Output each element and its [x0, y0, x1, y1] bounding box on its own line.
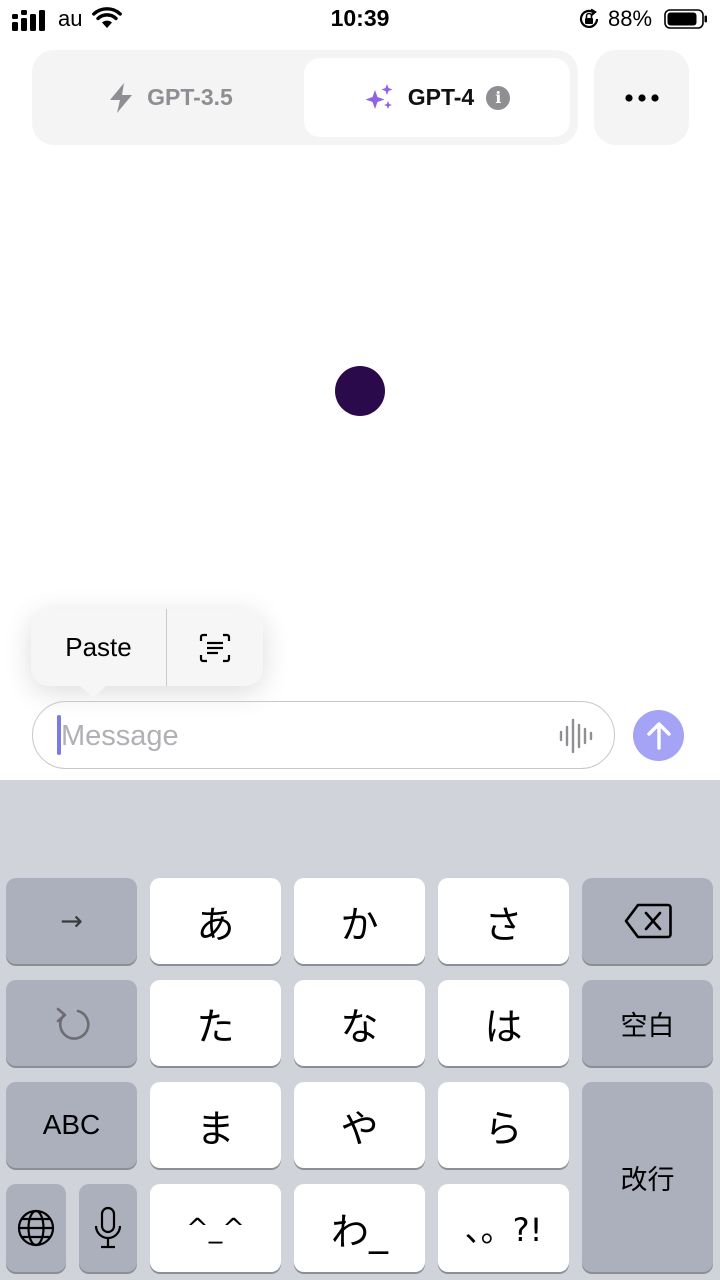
delete-icon	[624, 903, 672, 939]
key-undo[interactable]	[6, 980, 137, 1066]
keyboard: → あ か さ た な は 空白 ABC ま や ら 改行 ^_^ わ_ 、。?…	[0, 780, 720, 1280]
key-next-arrow[interactable]: →	[6, 878, 137, 964]
key-ra[interactable]: ら	[438, 1082, 569, 1168]
key-kaomoji[interactable]: ^_^	[150, 1184, 281, 1272]
paste-menu-item[interactable]: Paste	[31, 609, 166, 686]
more-options-button[interactable]	[594, 50, 689, 145]
message-input[interactable]	[59, 708, 553, 764]
key-ma[interactable]: ま	[150, 1082, 281, 1168]
key-dictation[interactable]	[79, 1184, 137, 1272]
key-ta[interactable]: た	[150, 980, 281, 1066]
scan-text-icon	[199, 633, 231, 662]
key-ha[interactable]: は	[438, 980, 569, 1066]
key-a[interactable]: あ	[150, 878, 281, 964]
model-switcher: GPT-3.5 GPT-4 i	[32, 50, 578, 145]
tab-gpt-4[interactable]: GPT-4 i	[304, 58, 570, 137]
sparkles-icon	[365, 83, 393, 109]
undo-icon	[56, 1007, 90, 1040]
info-icon[interactable]: i	[486, 85, 511, 110]
key-abc[interactable]: ABC	[6, 1082, 137, 1168]
battery-percent: 88%	[608, 6, 653, 31]
key-globe[interactable]	[6, 1184, 66, 1272]
arrow-up-icon	[646, 721, 671, 750]
key-punctuation[interactable]: 、。?!	[438, 1184, 569, 1272]
key-space[interactable]: 空白	[582, 980, 713, 1066]
waveform-icon[interactable]	[558, 716, 594, 756]
tab-label: GPT-4	[407, 84, 475, 110]
key-sa[interactable]: さ	[438, 878, 569, 964]
key-return[interactable]: 改行	[582, 1082, 713, 1272]
text-cursor	[57, 715, 61, 755]
globe-icon	[17, 1209, 55, 1247]
key-ya[interactable]: や	[294, 1082, 425, 1168]
key-ka[interactable]: か	[294, 878, 425, 964]
tab-label: GPT-3.5	[147, 84, 233, 110]
scan-text-menu-item[interactable]	[167, 609, 263, 686]
battery-icon	[664, 9, 707, 29]
key-wa[interactable]: わ_	[294, 1184, 425, 1272]
key-delete[interactable]	[582, 878, 713, 964]
ellipsis-icon	[624, 93, 659, 102]
orientation-lock-icon	[579, 8, 599, 28]
message-composer	[32, 701, 615, 769]
loading-indicator	[335, 366, 385, 416]
send-button[interactable]	[633, 710, 684, 761]
tab-gpt-3-5[interactable]: GPT-3.5	[40, 58, 300, 137]
lightning-icon	[110, 82, 133, 113]
microphone-icon	[94, 1206, 122, 1249]
key-na[interactable]: な	[294, 980, 425, 1066]
status-bar: au 10:39 88%	[0, 0, 720, 40]
edit-context-menu: Paste	[31, 609, 263, 698]
